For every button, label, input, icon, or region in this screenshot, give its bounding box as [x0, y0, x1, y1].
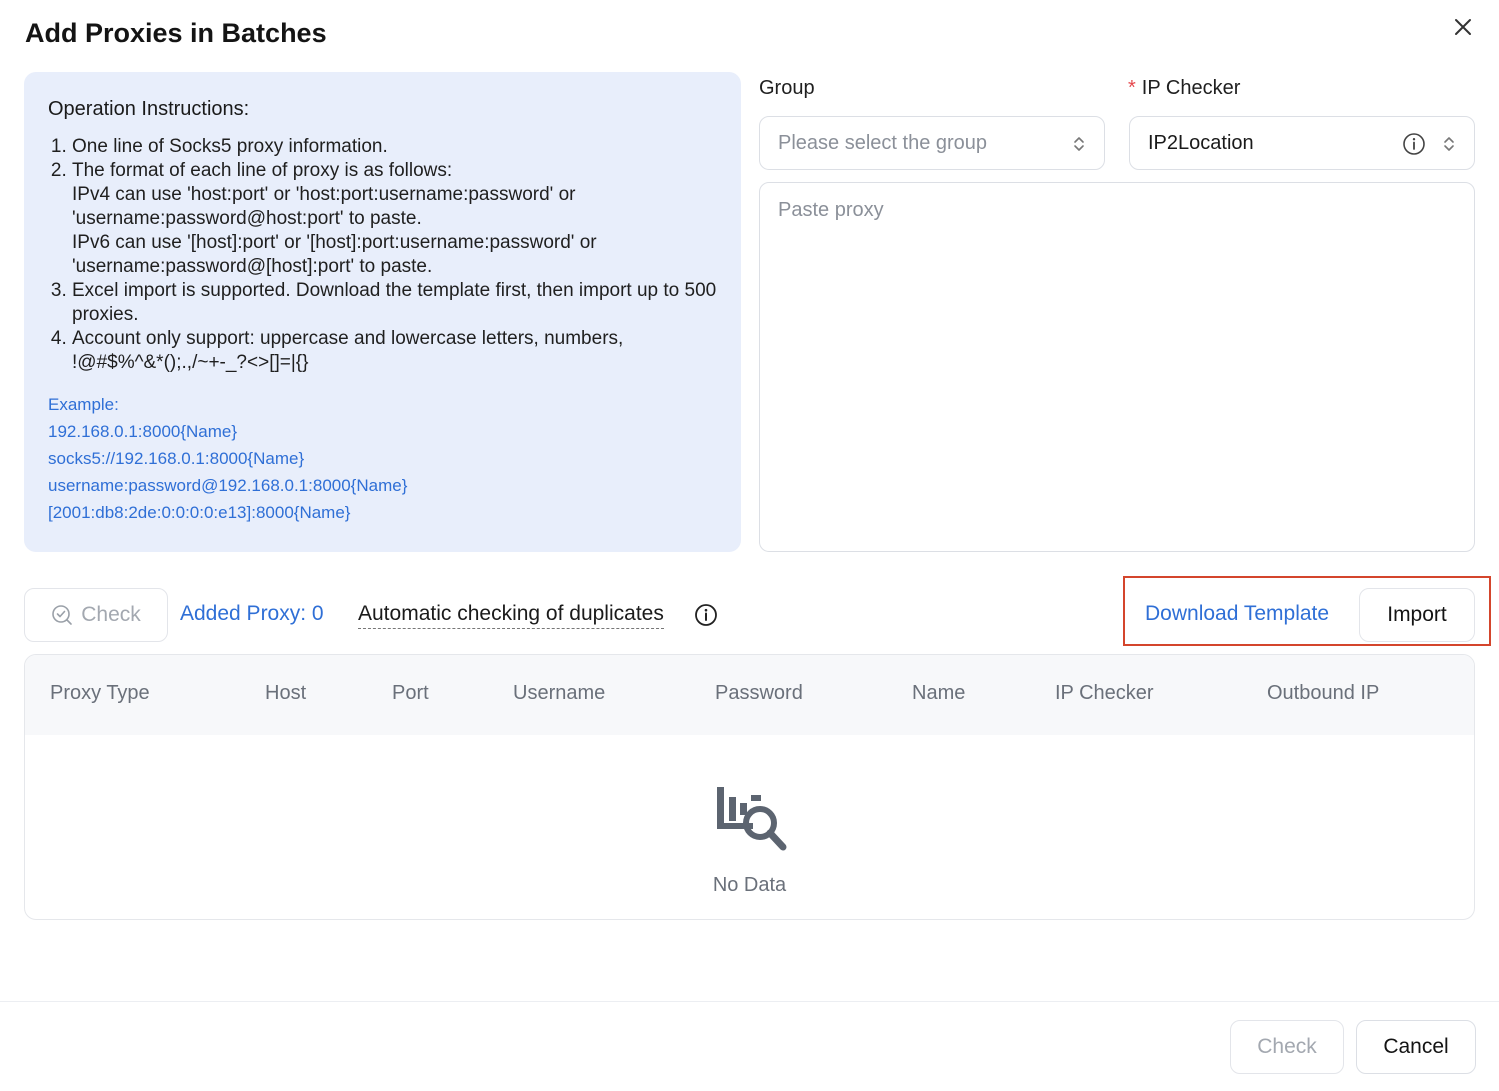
check-circle-icon	[52, 605, 73, 625]
required-mark: *	[1128, 77, 1136, 99]
instruction-item: The format of each line of proxy is as f…	[72, 159, 717, 279]
instructions-list: One line of Socks5 proxy information. Th…	[48, 135, 717, 375]
column-header: Port	[392, 682, 429, 704]
group-select[interactable]: Please select the group	[759, 116, 1105, 170]
chevron-updown-icon	[1444, 137, 1454, 151]
info-icon[interactable]	[1402, 132, 1426, 156]
group-label: Group	[759, 77, 815, 99]
example-line: [2001:db8:2de:0:0:0:0:e13]:8000{Name}	[48, 503, 351, 522]
instruction-item: Account only support: uppercase and lowe…	[72, 327, 717, 375]
footer-divider	[0, 1001, 1499, 1002]
column-header: Host	[265, 682, 307, 704]
instruction-detail: IPv4 can use 'host:port' or 'host:port:u…	[72, 184, 576, 205]
paste-proxy-textarea[interactable]: Paste proxy	[759, 182, 1475, 552]
example-block: Example: 192.168.0.1:8000{Name} socks5:/…	[48, 391, 717, 526]
table-header: Proxy Type Host Port Username Password N…	[25, 655, 1474, 735]
highlight-box	[1123, 576, 1491, 646]
ip-checker-label: * IP Checker	[1128, 77, 1240, 100]
instructions-heading: Operation Instructions:	[48, 98, 250, 120]
empty-state-text: No Data	[712, 874, 787, 896]
empty-data-icon	[717, 787, 787, 851]
info-icon[interactable]	[694, 603, 718, 627]
cancel-button[interactable]: Cancel	[1356, 1020, 1476, 1074]
check-button[interactable]: Check	[24, 588, 168, 642]
instruction-detail: 'username:password@[host]:port' to paste…	[72, 256, 433, 277]
instruction-detail: 'username:password@host:port' to paste.	[72, 208, 422, 229]
ip-checker-value: IP2Location	[1148, 131, 1254, 154]
example-line: username:password@192.168.0.1:8000{Name}	[48, 476, 408, 495]
instructions-panel: Operation Instructions: One line of Sock…	[24, 72, 741, 552]
column-header: IP Checker	[1055, 682, 1154, 704]
group-placeholder: Please select the group	[778, 131, 988, 154]
ip-checker-label-text: IP Checker	[1141, 77, 1241, 99]
duplicates-toggle-label[interactable]: Automatic checking of duplicates	[358, 602, 664, 629]
check-button-label: Check	[81, 603, 141, 626]
close-icon[interactable]	[1450, 14, 1476, 40]
paste-proxy-placeholder: Paste proxy	[778, 199, 884, 221]
instruction-item: Excel import is supported. Download the …	[72, 279, 717, 327]
column-header: Username	[513, 682, 606, 704]
footer-check-label: Check	[1257, 1035, 1317, 1058]
chevron-updown-icon	[1074, 137, 1084, 151]
example-line: socks5://192.168.0.1:8000{Name}	[48, 449, 305, 468]
example-line: 192.168.0.1:8000{Name}	[48, 422, 238, 441]
added-proxy-count: Added Proxy: 0	[180, 602, 324, 625]
example-label: Example:	[48, 395, 119, 414]
column-header: Proxy Type	[50, 682, 150, 704]
instruction-detail: IPv6 can use '[host]:port' or '[host]:po…	[72, 232, 597, 253]
ip-checker-select[interactable]: IP2Location	[1129, 116, 1475, 170]
proxy-table: Proxy Type Host Port Username Password N…	[24, 654, 1475, 920]
cancel-button-label: Cancel	[1383, 1035, 1449, 1058]
column-header: Outbound IP	[1267, 682, 1380, 704]
column-header: Password	[715, 682, 803, 704]
column-header: Name	[912, 682, 966, 704]
footer-check-button[interactable]: Check	[1230, 1020, 1344, 1074]
instruction-item: One line of Socks5 proxy information.	[72, 135, 717, 159]
instruction-item-text: The format of each line of proxy is as f…	[72, 160, 453, 181]
dialog-title: Add Proxies in Batches	[25, 18, 327, 48]
